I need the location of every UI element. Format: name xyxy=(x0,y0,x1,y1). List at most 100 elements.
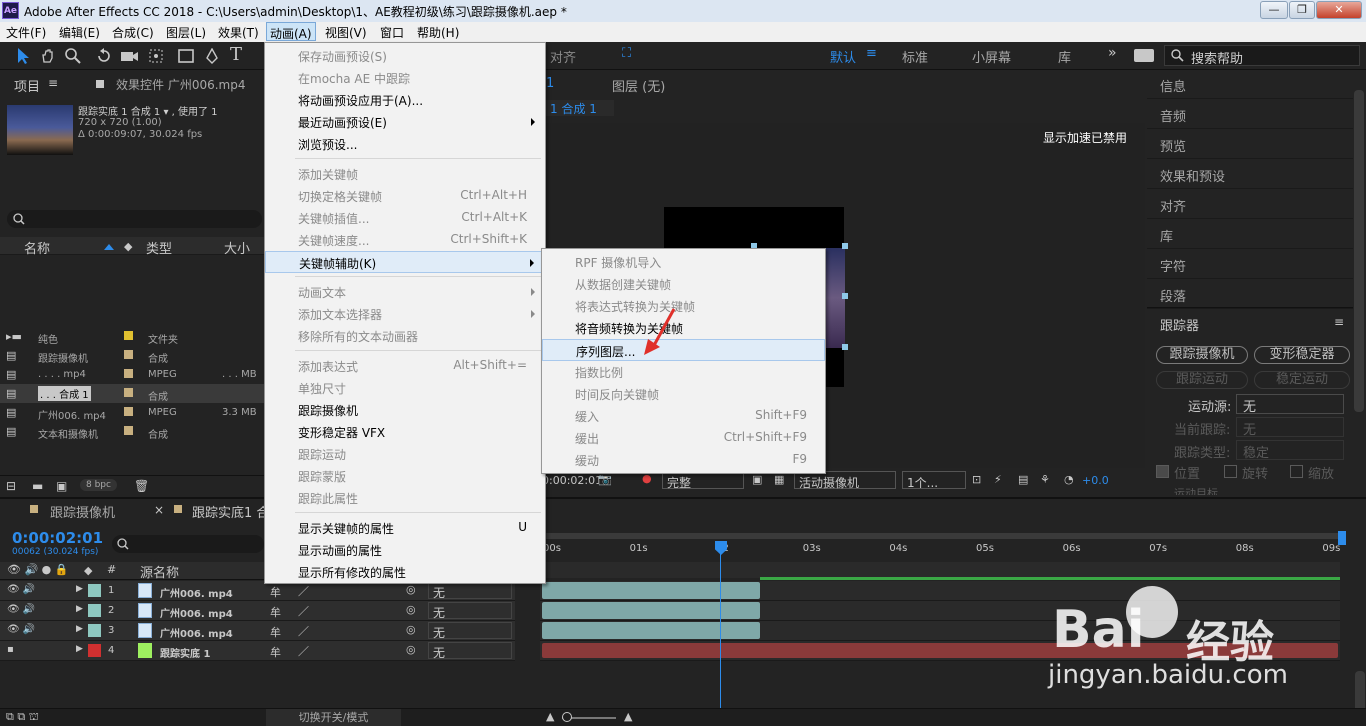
layer-name[interactable]: 广州006. mp4 xyxy=(160,605,233,620)
label-color-swatch[interactable] xyxy=(124,369,133,378)
footer-toggle-icons[interactable]: ⧉ ⧉ ⛫ xyxy=(6,710,39,725)
visibility-audio-icons[interactable]: 👁 🔊 xyxy=(7,584,35,595)
effects-controls-tab[interactable]: 效果控件 广州006.mp4 xyxy=(116,76,245,93)
menu-item[interactable]: 添加表达式 Alt+Shift+= xyxy=(265,355,545,377)
menu-item[interactable]: 从数据创建关键帧 xyxy=(542,273,825,295)
scale-checkbox[interactable] xyxy=(1290,465,1303,478)
motion-source-select[interactable]: 无 xyxy=(1236,394,1344,415)
menu-item[interactable]: 在mocha AE 中跟踪 xyxy=(265,67,545,89)
expand-triangle-icon[interactable]: ▶ xyxy=(76,644,83,654)
exposure-value[interactable]: +0.0 xyxy=(1082,474,1109,487)
col-size[interactable]: 大小 xyxy=(224,238,250,257)
more-workspaces-icon[interactable]: » xyxy=(1108,45,1117,61)
panel-item[interactable]: 效果和预设 xyxy=(1160,166,1225,185)
switch-empty[interactable]: ▪ xyxy=(7,644,14,655)
parent-pickwhip-icon[interactable]: ◎ xyxy=(406,583,416,596)
snapshot-icon[interactable]: 📷 xyxy=(598,473,612,486)
timeline-tab-solid[interactable]: 跟踪实底1 合 xyxy=(192,502,269,521)
zoom-tool-icon[interactable] xyxy=(64,47,82,65)
stabilize-motion-button[interactable]: 稳定运动 xyxy=(1254,371,1350,389)
project-item[interactable]: ▤ 跟踪摄像机 合成 xyxy=(0,346,265,365)
col-source-name[interactable]: 源名称 xyxy=(140,562,179,581)
quality-switch-icon[interactable]: ／ xyxy=(298,623,309,639)
menu-item[interactable]: 跟踪此属性 xyxy=(265,487,545,509)
menu-composition[interactable]: 合成(C) xyxy=(112,24,154,41)
workspace-standard[interactable]: 标准 xyxy=(902,47,928,66)
menu-file[interactable]: 文件(F) xyxy=(6,24,46,41)
type-tool-icon[interactable]: T xyxy=(230,44,242,65)
bpc-button[interactable]: 8 bpc xyxy=(80,479,117,491)
timeline-icon[interactable]: ▤ xyxy=(1018,473,1028,486)
layer-clip-bar[interactable] xyxy=(542,582,760,599)
restore-button[interactable]: ❐ xyxy=(1289,1,1315,19)
panel-item[interactable]: 信息 xyxy=(1160,76,1186,95)
zoom-slider-knob[interactable] xyxy=(562,712,572,722)
views-select[interactable]: 1个... xyxy=(902,471,966,490)
label-color-swatch[interactable] xyxy=(124,407,133,416)
menu-item[interactable]: 指数比例 xyxy=(542,361,825,383)
menu-item[interactable]: 时间反向关键帧 xyxy=(542,383,825,405)
menu-animation[interactable]: 动画(A) xyxy=(266,22,316,41)
menu-item[interactable]: 动画文本 xyxy=(265,281,545,303)
timeline-current-time[interactable]: 0:00:02:01 xyxy=(12,529,103,547)
shy-switch-icon[interactable]: 牟 xyxy=(270,604,281,620)
minimize-button[interactable]: — xyxy=(1260,1,1288,19)
quality-switch-icon[interactable]: ／ xyxy=(298,643,309,659)
timeline-search-input[interactable] xyxy=(112,535,264,553)
menu-item[interactable]: 将动画预设应用于(A)... xyxy=(265,89,545,111)
tracker-menu-icon[interactable]: ≡ xyxy=(1334,315,1344,329)
layer-tab[interactable]: 图层 (无) xyxy=(612,76,665,95)
project-item[interactable]: ▸▬ 纯色 文件夹 xyxy=(0,327,265,346)
menu-item[interactable]: 显示动画的属性 xyxy=(265,539,545,561)
current-track-select[interactable]: 无 xyxy=(1236,417,1344,438)
panel-item[interactable]: 音频 xyxy=(1160,106,1186,125)
warp-stabilizer-button[interactable]: 变形稳定器 xyxy=(1254,346,1350,364)
tab-close-icon[interactable]: × xyxy=(154,503,164,517)
parent-select[interactable]: 无 xyxy=(428,622,512,640)
layer-row[interactable]: 👁 🔊 ▶ 1 广州006. mp4 牟 ／ ◎ 无 xyxy=(0,581,515,601)
transform-handle[interactable] xyxy=(842,243,848,249)
label-color-swatch[interactable] xyxy=(124,350,133,359)
project-item[interactable]: ▤ . . . 合成 1 合成 xyxy=(0,384,265,403)
parent-pickwhip-icon[interactable]: ◎ xyxy=(406,603,416,616)
track-type-select[interactable]: 稳定 xyxy=(1236,440,1344,461)
layer-row[interactable]: 👁 🔊 ▶ 2 广州006. mp4 牟 ／ ◎ 无 xyxy=(0,601,515,621)
panel-item[interactable]: 字符 xyxy=(1160,256,1186,275)
project-tab[interactable]: 项目 xyxy=(14,76,40,95)
layer-label-swatch[interactable] xyxy=(88,624,101,637)
zoom-out-icon[interactable]: ▲ xyxy=(546,710,554,723)
workspace-library[interactable]: 库 xyxy=(1058,47,1071,66)
parent-pickwhip-icon[interactable]: ◎ xyxy=(406,623,416,636)
right-panel-scrollbar[interactable] xyxy=(1354,90,1364,412)
menu-item[interactable]: 保存动画预设(S) xyxy=(265,45,545,67)
project-item[interactable]: ▤ . . . . mp4 MPEG . . . MB xyxy=(0,365,265,384)
timeline-tab-camera[interactable]: 跟踪摄像机 xyxy=(50,502,115,521)
layer-clip-bar[interactable] xyxy=(542,602,760,619)
menu-edit[interactable]: 编辑(E) xyxy=(59,24,100,41)
layer-label-swatch[interactable] xyxy=(88,604,101,617)
toggle-pixel-icon[interactable]: ⊡ xyxy=(972,473,981,486)
layer-name[interactable]: 跟踪实底 1 xyxy=(160,645,210,660)
parent-select[interactable]: 无 xyxy=(428,642,512,660)
parent-select[interactable]: 无 xyxy=(428,582,512,600)
snap-icon[interactable]: ⛶ xyxy=(622,46,631,61)
menu-item[interactable]: 添加文本选择器 xyxy=(265,303,545,325)
menu-effect[interactable]: 效果(T) xyxy=(218,24,259,41)
pan-behind-tool-icon[interactable] xyxy=(148,48,164,64)
viewer-current-time[interactable]: 0:00:02:01 xyxy=(542,474,602,487)
flowchart-icon[interactable]: ⚘ xyxy=(1040,473,1050,486)
layer-label-swatch[interactable] xyxy=(88,644,101,657)
menu-view[interactable]: 视图(V) xyxy=(325,24,367,41)
menu-item[interactable]: 关键帧辅助(K) xyxy=(265,251,545,273)
search-help-box[interactable]: 搜索帮助 xyxy=(1164,45,1360,67)
selection-tool-icon[interactable] xyxy=(16,47,30,65)
menu-item[interactable]: 变形稳定器 VFX xyxy=(265,421,545,443)
rotate-tool-icon[interactable] xyxy=(96,48,112,64)
menu-item[interactable]: 切换定格关键帧 Ctrl+Alt+H xyxy=(265,185,545,207)
new-folder-icon[interactable]: ▬ xyxy=(32,479,43,493)
reset-exposure-icon[interactable]: ◔ xyxy=(1064,473,1074,486)
visibility-audio-icons[interactable]: 👁 🔊 xyxy=(7,604,35,615)
menu-item[interactable]: 单独尺寸 xyxy=(265,377,545,399)
interpret-footage-icon[interactable]: ⊟ xyxy=(6,479,16,493)
layer-name[interactable]: 广州006. mp4 xyxy=(160,585,233,600)
